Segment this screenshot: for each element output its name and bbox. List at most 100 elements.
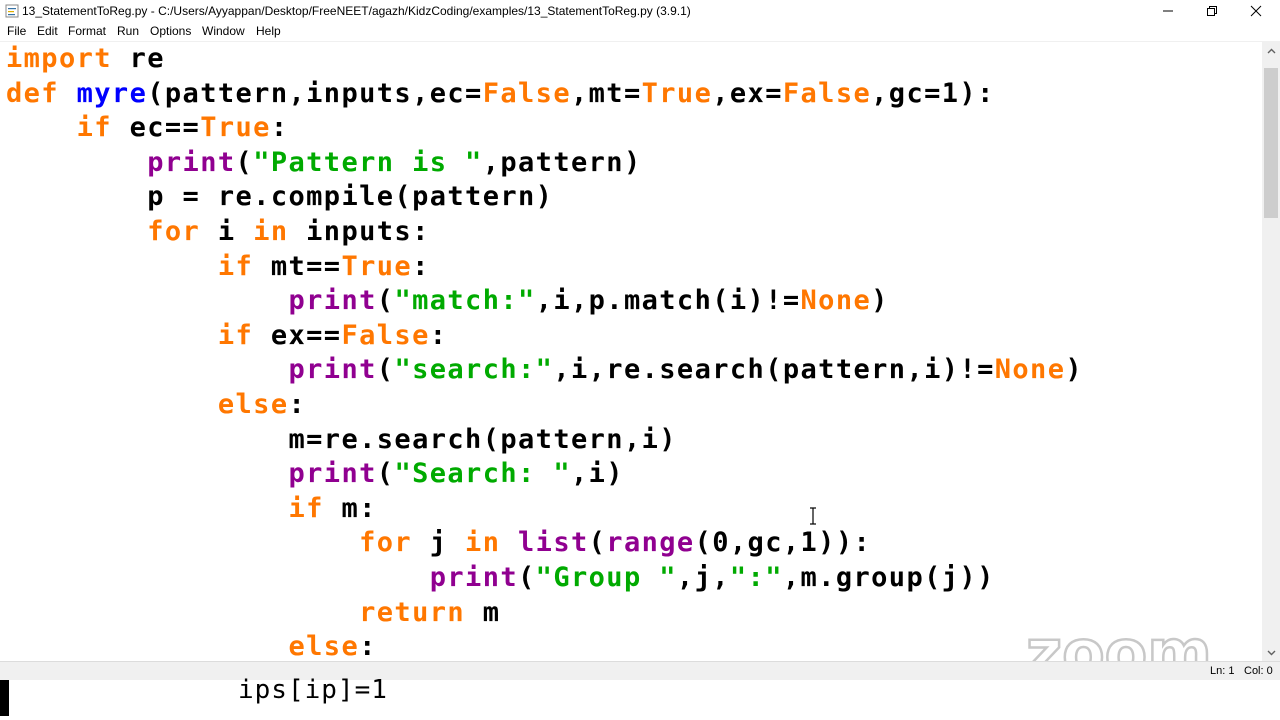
close-button[interactable] <box>1233 0 1279 22</box>
code-token: ,m.group(j)) <box>782 562 995 593</box>
minimize-button[interactable] <box>1145 0 1191 22</box>
code-line: p = re.compile(pattern) <box>6 180 553 214</box>
code-line: print("search:",i,re.search(pattern,i)!=… <box>6 353 1083 387</box>
code-token: : <box>270 112 289 144</box>
code-line: if m: <box>6 492 377 526</box>
code-token: None <box>800 285 872 317</box>
code-token: def <box>6 77 59 109</box>
menu-format[interactable]: Format <box>68 24 106 38</box>
code-token: ,i) <box>571 458 624 490</box>
text-cursor-icon <box>810 507 816 525</box>
window-title: 13_StatementToReg.py - C:/Users/Ayyappan… <box>22 4 691 18</box>
code-token: "Pattern is " <box>253 146 483 178</box>
code-token: ) <box>871 285 889 317</box>
scroll-up-button[interactable] <box>1262 42 1280 59</box>
restore-icon <box>1207 6 1217 16</box>
code-line: for i in inputs: <box>6 215 430 249</box>
menu-run[interactable]: Run <box>117 24 139 38</box>
code-token: "search:" <box>394 354 554 386</box>
status-column: Col: 0 <box>1244 665 1273 677</box>
restore-button[interactable] <box>1189 0 1235 22</box>
code-token: p = re.compile(pattern) <box>6 181 554 213</box>
code-line: if ex==False: <box>6 319 447 353</box>
code-token: (0,gc,1)): <box>694 527 872 559</box>
code-line: m=re.search(pattern,i) <box>6 423 677 457</box>
code-token: ex== <box>253 319 342 351</box>
menu-window[interactable]: Window <box>202 24 245 38</box>
menu-file[interactable]: File <box>7 24 26 38</box>
menu-bar: File Edit Format Run Options Window Help <box>0 22 1280 42</box>
code-token: ,i,re.search(pattern,i)!= <box>553 354 995 386</box>
code-token: ,ex= <box>712 77 783 109</box>
status-bar: Ln: 1 Col: 0 <box>0 661 1280 680</box>
code-token: for <box>359 527 413 559</box>
code-line: print("Search: ",i) <box>6 457 624 491</box>
scrollbar-thumb[interactable] <box>1264 68 1278 218</box>
code-token: ( <box>235 146 254 178</box>
code-token: ( <box>588 527 607 559</box>
code-token: None <box>994 354 1066 386</box>
vertical-scrollbar[interactable] <box>1262 42 1280 661</box>
code-token: "Group " <box>535 562 677 593</box>
close-icon <box>1250 5 1262 17</box>
title-bar: 13_StatementToReg.py - C:/Users/Ayyappan… <box>0 0 1280 22</box>
code-token: if <box>217 319 254 351</box>
code-token: i <box>200 216 254 247</box>
code-token: ) <box>1065 354 1084 386</box>
chevron-up-icon <box>1267 48 1275 53</box>
code-token: return <box>359 596 466 628</box>
code-token: "match:" <box>394 285 536 317</box>
code-token: j <box>412 527 466 559</box>
code-token: False <box>782 77 872 109</box>
menu-help[interactable]: Help <box>256 24 281 38</box>
code-token: : <box>429 319 448 351</box>
code-token: ( <box>518 562 536 593</box>
code-token: ,j, <box>676 562 730 593</box>
code-line: import re <box>6 42 165 76</box>
code-token: range <box>606 527 695 559</box>
code-line: print("Pattern is ",pattern) <box>6 146 642 180</box>
terminal-line: ips[ip]=1 <box>238 675 388 705</box>
code-token: for <box>147 216 201 247</box>
code-token: print <box>429 562 519 593</box>
code-token: myre <box>76 77 148 109</box>
python-idle-icon <box>5 4 19 18</box>
code-token: print <box>147 146 236 178</box>
code-token: True <box>341 250 413 282</box>
code-token: else <box>288 631 360 661</box>
chevron-down-icon <box>1267 650 1275 655</box>
code-token: ,gc=1): <box>871 77 995 109</box>
code-token: if <box>76 112 112 144</box>
menu-edit[interactable]: Edit <box>37 24 58 38</box>
code-token: False <box>482 77 571 109</box>
minimize-icon <box>1163 10 1173 12</box>
code-token: ( <box>376 458 395 490</box>
code-token: import <box>6 43 112 74</box>
code-line: for j in list(range(0,gc,1)): <box>6 526 871 560</box>
code-line: if ec==True: <box>6 111 289 145</box>
code-line: else: <box>6 630 377 661</box>
code-token: ec== <box>111 112 201 144</box>
code-line: return m <box>6 596 500 630</box>
scroll-down-button[interactable] <box>1262 644 1280 661</box>
code-token: if <box>217 250 254 282</box>
menu-options[interactable]: Options <box>150 24 191 38</box>
code-line: print("Group ",j,":",m.group(j)) <box>6 561 995 595</box>
code-token: ( <box>376 285 395 317</box>
code-editor[interactable]: import re def myre(pattern,inputs,ec=Fals… <box>0 42 1262 661</box>
code-token: else <box>217 389 289 420</box>
